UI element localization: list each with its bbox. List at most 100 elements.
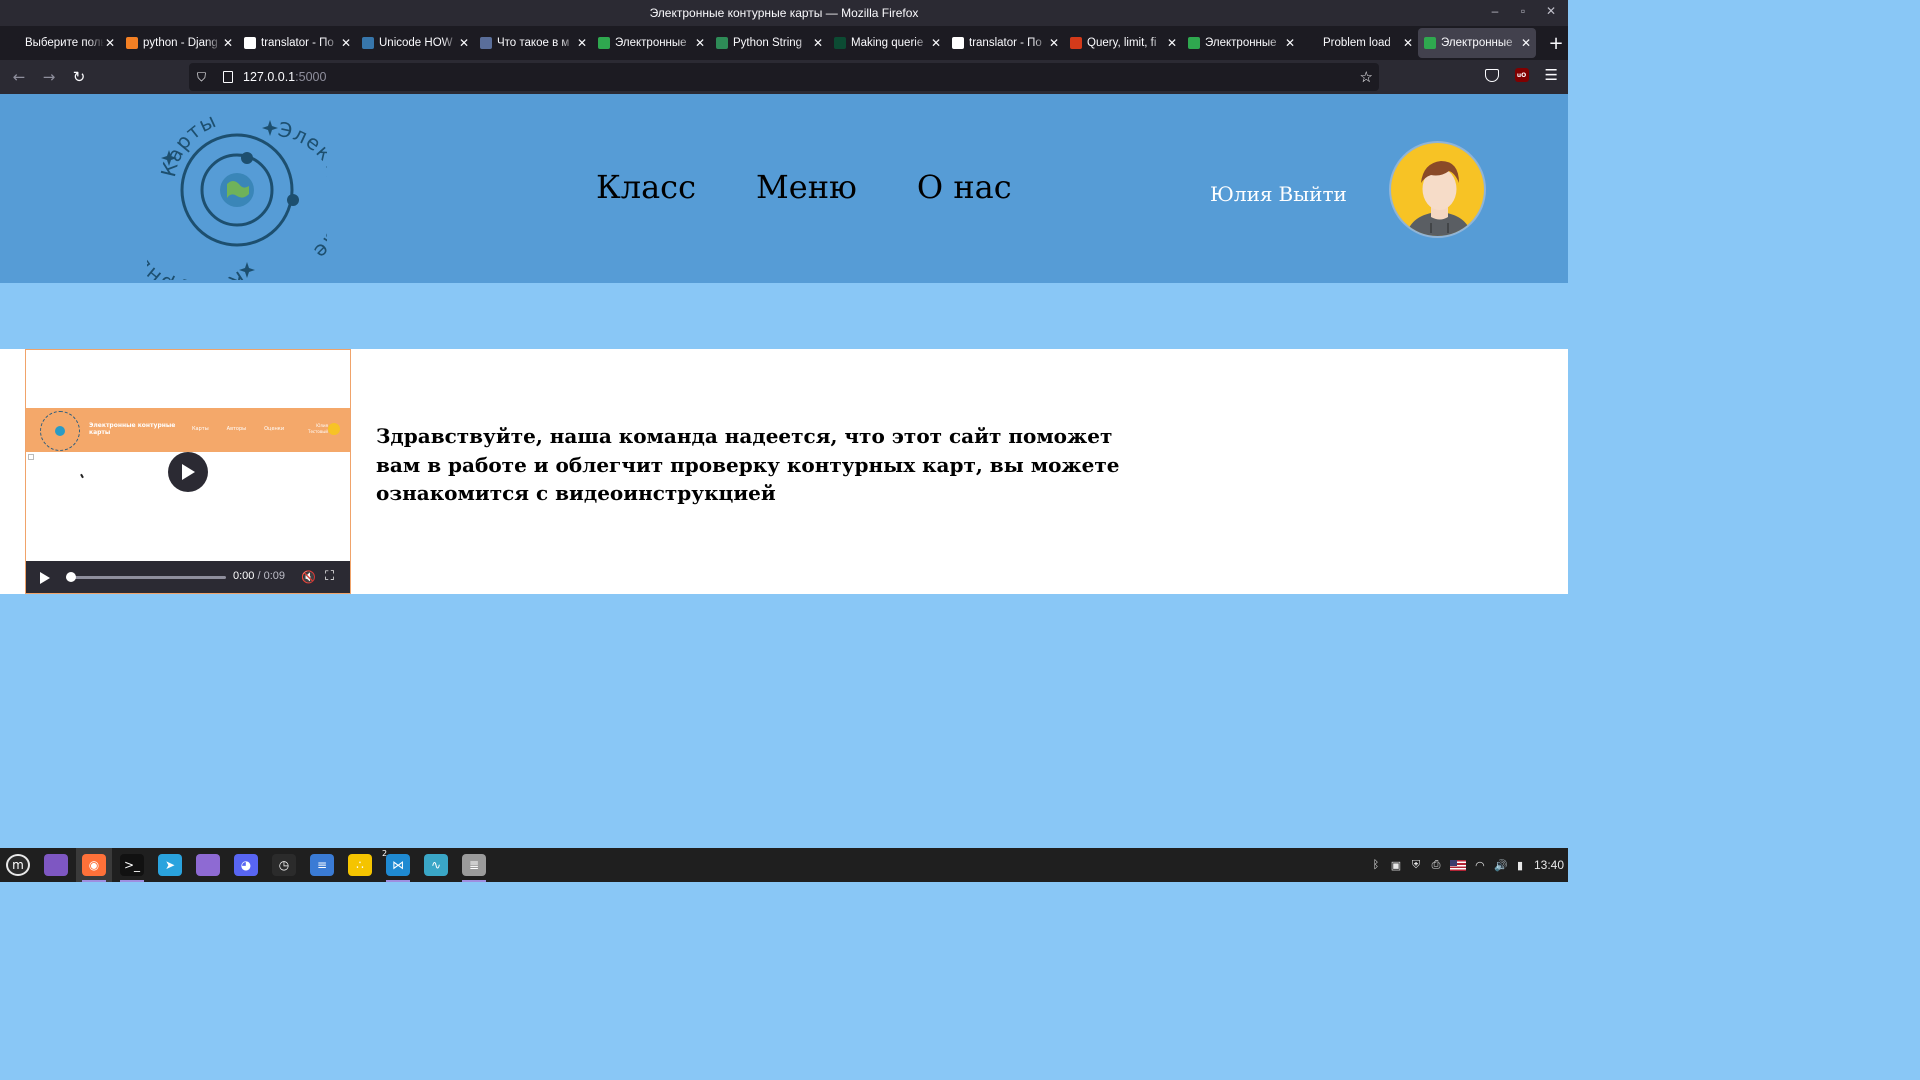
back-button[interactable]: ← (4, 62, 34, 92)
site-logo[interactable]: Карты Электронные Контурные (147, 100, 327, 280)
tab-close-icon[interactable]: ✕ (104, 36, 116, 50)
tab-close-icon[interactable]: ✕ (576, 36, 588, 50)
mini-nav-item: Авторы (226, 426, 247, 432)
minimize-button[interactable]: – (1488, 4, 1502, 18)
mute-icon[interactable]: 🔇 (301, 570, 316, 584)
browser-tab[interactable]: Электронные ✕ (1182, 28, 1300, 58)
tab-close-icon[interactable]: ✕ (812, 36, 824, 50)
telegram-icon: ➤ (158, 854, 182, 876)
nav-link-about[interactable]: О нас (917, 168, 1012, 206)
tab-close-icon[interactable]: ✕ (1166, 36, 1178, 50)
mini-logo-icon (40, 411, 80, 451)
big-play-button[interactable] (168, 452, 208, 492)
text-editor-icon: ≡ (310, 854, 334, 876)
taskbar-app-files-purple[interactable] (38, 848, 74, 882)
taskbar-app-telegram[interactable]: ➤ (152, 848, 188, 882)
url-text[interactable]: 127.0.0.1:5000 (243, 70, 326, 84)
tab-label: Электронные (1205, 37, 1277, 49)
window-title: Электронные контурные карты — Mozilla Fi… (649, 6, 919, 20)
logout-link[interactable]: Выйти (1279, 182, 1347, 206)
tab-label: Query, limit, fi (1087, 37, 1157, 49)
video-scrubber[interactable] (66, 576, 226, 579)
reload-button[interactable]: ↻ (64, 62, 94, 92)
database-icon: ≣ (462, 854, 486, 876)
main-nav: Класс Меню О нас (596, 168, 1012, 206)
tab-label: translator - По (261, 37, 334, 49)
app-menu-icon[interactable]: ☰ (1545, 66, 1558, 84)
close-window-button[interactable]: ✕ (1544, 4, 1558, 18)
app-badge: 2 (382, 849, 388, 858)
tab-label: Unicode HOW (379, 37, 453, 49)
browser-tab[interactable]: python - Djang ✕ (120, 28, 238, 58)
browser-tab[interactable]: Problem load ✕ (1300, 28, 1418, 58)
maximize-button[interactable]: ▫ (1516, 4, 1530, 18)
tab-favicon-icon (952, 37, 964, 49)
tab-favicon-icon (598, 37, 610, 49)
taskbar-app-database[interactable]: ≣ (456, 848, 492, 882)
taskbar-app-dots-app[interactable]: ∴ (342, 848, 378, 882)
tab-close-icon[interactable]: ✕ (222, 36, 234, 50)
browser-tab[interactable]: translator - По ✕ (238, 28, 356, 58)
url-bar[interactable]: ⛉ 127.0.0.1:5000 ☆ (189, 63, 1379, 91)
volume-icon[interactable]: 🔊 (1494, 859, 1508, 872)
taskbar-app-system-monitor[interactable]: ∿ (418, 848, 454, 882)
browser-tab[interactable]: Что такое в м ✕ (474, 28, 592, 58)
tab-close-icon[interactable]: ✕ (1048, 36, 1060, 50)
tab-favicon-icon (1306, 37, 1318, 49)
page-info-icon[interactable] (223, 71, 233, 83)
tab-close-icon[interactable]: ✕ (458, 36, 470, 50)
tab-close-icon[interactable]: ✕ (1520, 36, 1532, 50)
clock[interactable]: 13:40 (1534, 858, 1564, 872)
bookmark-star-icon[interactable]: ☆ (1360, 68, 1373, 86)
tab-strip: Выберите пользо✕python - Djang✕ translato… (0, 26, 1568, 60)
tab-favicon-icon (480, 37, 492, 49)
fullscreen-icon[interactable]: ⛶ (325, 569, 334, 584)
printer-icon[interactable]: ⎙ (1430, 859, 1442, 872)
controls-play-icon[interactable] (40, 571, 50, 584)
small-checkbox-icon (28, 454, 34, 460)
battery-icon[interactable]: ▮ (1514, 859, 1526, 872)
user-avatar-icon (1405, 161, 1473, 236)
pocket-icon[interactable] (1484, 68, 1499, 82)
browser-tab[interactable]: Unicode HOW ✕ (356, 28, 474, 58)
tab-close-icon[interactable]: ✕ (340, 36, 352, 50)
video-controls: 0:00 / 0:09 🔇 ⛶ (26, 561, 350, 593)
shield-icon[interactable]: ⛨ (1410, 859, 1422, 872)
browser-tab[interactable]: Электронные ✕ (1418, 28, 1536, 58)
browser-tab[interactable]: translator - По ✕ (946, 28, 1064, 58)
tab-favicon-icon (1070, 37, 1082, 49)
taskbar-app-menu[interactable]: m (0, 848, 36, 882)
bluetooth-icon[interactable]: ᛒ (1370, 859, 1382, 871)
tracking-shield-icon[interactable]: ⛉ (197, 70, 211, 85)
forward-button[interactable]: → (34, 62, 64, 92)
browser-tab[interactable]: Выберите пользо✕ (2, 28, 120, 58)
keyboard-layout-flag-icon[interactable] (1449, 859, 1466, 871)
discord-icon: ◕ (234, 854, 258, 876)
scrubber-handle[interactable] (66, 572, 76, 582)
taskbar-app-folder[interactable] (190, 848, 226, 882)
tab-close-icon[interactable]: ✕ (930, 36, 942, 50)
browser-tab[interactable]: Query, limit, fi ✕ (1064, 28, 1182, 58)
tab-close-icon[interactable]: ✕ (1402, 36, 1414, 50)
new-tab-button[interactable]: + (1548, 33, 1564, 54)
taskbar-app-terminal[interactable]: >_ (114, 848, 150, 882)
browser-tab[interactable]: Электронные ✕ (592, 28, 710, 58)
clipboard-icon[interactable]: ▣ (1390, 859, 1402, 872)
tab-favicon-icon (362, 37, 374, 49)
avatar[interactable] (1389, 141, 1486, 238)
wifi-icon[interactable]: ◠ (1474, 859, 1486, 872)
browser-tab[interactable]: Python String ✕ (710, 28, 828, 58)
taskbar-app-discord[interactable]: ◕ (228, 848, 264, 882)
taskbar-app-timeshift[interactable]: ◷ (266, 848, 302, 882)
tab-close-icon[interactable]: ✕ (1284, 36, 1296, 50)
mini-user: Юлия Тестовый (308, 423, 328, 434)
nav-link-class[interactable]: Класс (596, 168, 696, 206)
taskbar-app-text-editor[interactable]: ≡ (304, 848, 340, 882)
nav-link-menu[interactable]: Меню (756, 168, 857, 206)
taskbar-app-firefox[interactable]: ◉ (76, 848, 112, 882)
ublock-origin-icon[interactable]: uO (1514, 68, 1529, 82)
taskbar-app-vscode[interactable]: ⋈ 2 (380, 848, 416, 882)
video-player[interactable]: Электронные контурные карты Карты Авторы… (25, 349, 351, 594)
tab-close-icon[interactable]: ✕ (694, 36, 706, 50)
browser-tab[interactable]: Making querie ✕ (828, 28, 946, 58)
